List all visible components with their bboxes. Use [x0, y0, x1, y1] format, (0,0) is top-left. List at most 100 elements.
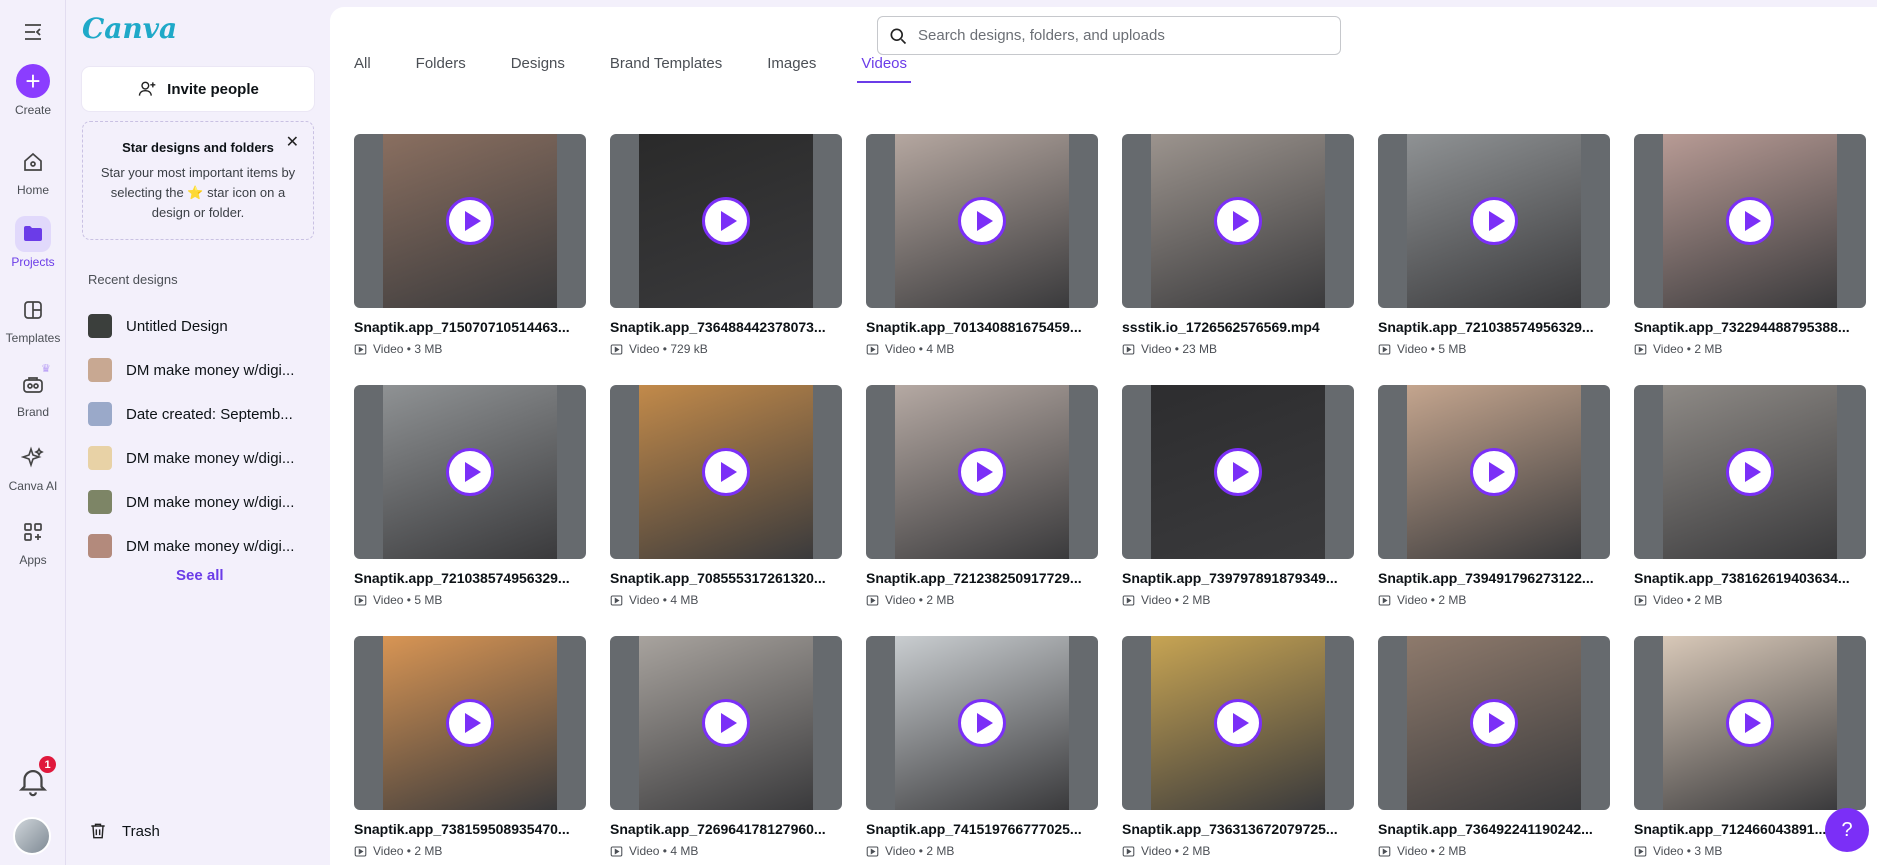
- help-button[interactable]: ?: [1825, 808, 1869, 852]
- recent-design-item[interactable]: Untitled Design: [88, 304, 318, 348]
- video-title[interactable]: Snaptik.app_708555317261320...: [610, 570, 842, 586]
- close-icon[interactable]: ✕: [286, 132, 299, 152]
- recent-design-item[interactable]: DM make money w/digi...: [88, 436, 318, 480]
- tab-images[interactable]: Images: [767, 55, 816, 91]
- video-card[interactable]: Snaptik.app_739491796273122... Video • 2 …: [1378, 385, 1610, 607]
- tab-designs[interactable]: Designs: [511, 55, 565, 91]
- video-card[interactable]: Snaptik.app_736488442378073... Video • 72…: [610, 134, 842, 356]
- recent-design-item[interactable]: DM make money w/digi...: [88, 524, 318, 568]
- video-card[interactable]: Snaptik.app_732294488795388... Video • 2 …: [1634, 134, 1866, 356]
- tab-brand-templates[interactable]: Brand Templates: [610, 55, 722, 91]
- recent-design-item[interactable]: DM make money w/digi...: [88, 348, 318, 392]
- video-title[interactable]: Snaptik.app_741519766777025...: [866, 821, 1098, 837]
- play-icon[interactable]: [1470, 699, 1518, 747]
- video-thumbnail[interactable]: [1378, 385, 1610, 559]
- video-title[interactable]: Snaptik.app_726964178127960...: [610, 821, 842, 837]
- play-icon[interactable]: [958, 699, 1006, 747]
- play-icon[interactable]: [1214, 699, 1262, 747]
- play-icon[interactable]: [1726, 699, 1774, 747]
- video-card[interactable]: Snaptik.app_738159508935470... Video • 2 …: [354, 636, 586, 858]
- play-icon[interactable]: [446, 699, 494, 747]
- canva-logo[interactable]: Canva: [82, 12, 177, 45]
- video-title[interactable]: Snaptik.app_736313672079725...: [1122, 821, 1354, 837]
- video-thumbnail[interactable]: [866, 636, 1098, 810]
- video-title[interactable]: Snaptik.app_738159508935470...: [354, 821, 586, 837]
- video-card[interactable]: Snaptik.app_736313672079725... Video • 2 …: [1122, 636, 1354, 858]
- video-card[interactable]: Snaptik.app_708555317261320... Video • 4 …: [610, 385, 842, 607]
- play-icon[interactable]: [1470, 197, 1518, 245]
- recent-design-item[interactable]: DM make money w/digi...: [88, 480, 318, 524]
- video-title[interactable]: Snaptik.app_739797891879349...: [1122, 570, 1354, 586]
- video-title[interactable]: Snaptik.app_721038574956329...: [354, 570, 586, 586]
- video-card[interactable]: ssstik.io_1726562576569.mp4 Video • 23 MB: [1122, 134, 1354, 356]
- search-input[interactable]: [918, 27, 1340, 44]
- tab-all[interactable]: All: [354, 55, 371, 91]
- video-thumbnail[interactable]: [354, 385, 586, 559]
- search-bar[interactable]: [877, 16, 1341, 55]
- invite-people-button[interactable]: Invite people: [82, 67, 314, 111]
- video-thumbnail[interactable]: [354, 134, 586, 308]
- video-card[interactable]: Snaptik.app_726964178127960... Video • 4 …: [610, 636, 842, 858]
- video-thumbnail[interactable]: [610, 385, 842, 559]
- video-thumbnail[interactable]: [610, 636, 842, 810]
- video-card[interactable]: Snaptik.app_741519766777025... Video • 2 …: [866, 636, 1098, 858]
- video-title[interactable]: Snaptik.app_715070710514463...: [354, 319, 586, 335]
- play-icon[interactable]: [702, 448, 750, 496]
- tab-videos[interactable]: Videos: [857, 55, 911, 91]
- video-thumbnail[interactable]: [866, 385, 1098, 559]
- video-thumbnail[interactable]: [1634, 385, 1866, 559]
- nav-templates[interactable]: Templates: [0, 292, 66, 345]
- video-thumbnail[interactable]: [1378, 134, 1610, 308]
- video-title[interactable]: Snaptik.app_721038574956329...: [1378, 319, 1610, 335]
- video-thumbnail[interactable]: [1122, 134, 1354, 308]
- video-thumbnail[interactable]: [866, 134, 1098, 308]
- play-icon[interactable]: [702, 197, 750, 245]
- video-thumbnail[interactable]: [1122, 385, 1354, 559]
- play-icon[interactable]: [702, 699, 750, 747]
- video-card[interactable]: Snaptik.app_715070710514463... Video • 3 …: [354, 134, 586, 356]
- play-icon[interactable]: [958, 197, 1006, 245]
- create-button[interactable]: + Create: [0, 64, 66, 117]
- video-title[interactable]: Snaptik.app_701340881675459...: [866, 319, 1098, 335]
- video-thumbnail[interactable]: [354, 636, 586, 810]
- video-title[interactable]: Snaptik.app_739491796273122...: [1378, 570, 1610, 586]
- video-thumbnail[interactable]: [1634, 636, 1866, 810]
- recent-design-item[interactable]: Date created: Septemb...: [88, 392, 318, 436]
- video-card[interactable]: Snaptik.app_721038574956329... Video • 5 …: [354, 385, 586, 607]
- video-title[interactable]: ssstik.io_1726562576569.mp4: [1122, 319, 1354, 335]
- video-title[interactable]: Snaptik.app_721238250917729...: [866, 570, 1098, 586]
- play-icon[interactable]: [1726, 448, 1774, 496]
- video-thumbnail[interactable]: [1378, 636, 1610, 810]
- play-icon[interactable]: [958, 448, 1006, 496]
- nav-projects[interactable]: Projects: [0, 216, 66, 269]
- video-title[interactable]: Snaptik.app_736492241190242...: [1378, 821, 1610, 837]
- video-card[interactable]: Snaptik.app_739797891879349... Video • 2 …: [1122, 385, 1354, 607]
- play-icon[interactable]: [446, 448, 494, 496]
- nav-brand[interactable]: Brand ♛: [0, 363, 66, 419]
- video-card[interactable]: Snaptik.app_736492241190242... Video • 2 …: [1378, 636, 1610, 858]
- video-card[interactable]: Snaptik.app_701340881675459... Video • 4 …: [866, 134, 1098, 356]
- trash-button[interactable]: Trash: [88, 821, 160, 841]
- video-thumbnail[interactable]: [610, 134, 842, 308]
- play-icon[interactable]: [1470, 448, 1518, 496]
- video-card[interactable]: Snaptik.app_738162619403634... Video • 2 …: [1634, 385, 1866, 607]
- play-icon[interactable]: [1726, 197, 1774, 245]
- collapse-sidebar-button[interactable]: [0, 14, 66, 53]
- video-card[interactable]: Snaptik.app_721238250917729... Video • 2 …: [866, 385, 1098, 607]
- video-icon: [1634, 595, 1647, 605]
- play-icon[interactable]: [1214, 448, 1262, 496]
- video-card[interactable]: Snaptik.app_721038574956329... Video • 5 …: [1378, 134, 1610, 356]
- tab-folders[interactable]: Folders: [416, 55, 466, 91]
- see-all-link[interactable]: See all: [176, 567, 224, 584]
- play-icon[interactable]: [1214, 197, 1262, 245]
- video-thumbnail[interactable]: [1122, 636, 1354, 810]
- video-title[interactable]: Snaptik.app_738162619403634...: [1634, 570, 1866, 586]
- nav-canva-ai[interactable]: Canva AI: [0, 440, 66, 493]
- avatar[interactable]: [13, 817, 51, 855]
- video-title[interactable]: Snaptik.app_732294488795388...: [1634, 319, 1866, 335]
- nav-home[interactable]: Home: [0, 144, 66, 197]
- video-thumbnail[interactable]: [1634, 134, 1866, 308]
- nav-apps[interactable]: Apps: [0, 514, 66, 567]
- video-title[interactable]: Snaptik.app_736488442378073...: [610, 319, 842, 335]
- play-icon[interactable]: [446, 197, 494, 245]
